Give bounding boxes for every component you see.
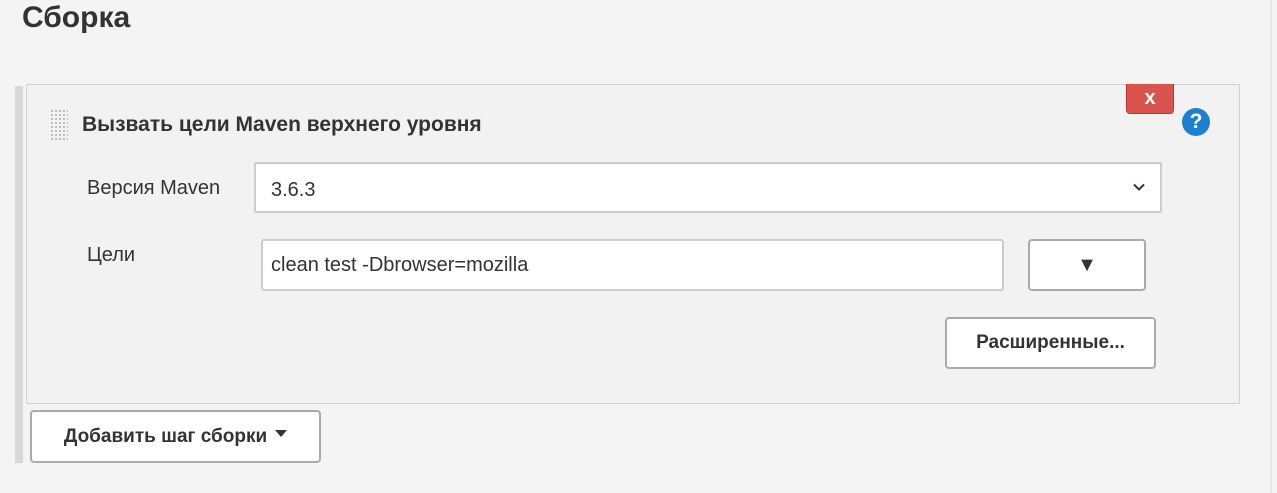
build-step-title: Вызвать цели Maven верхнего уровня	[82, 113, 482, 136]
maven-version-select[interactable]: 3.6.3	[254, 162, 1162, 213]
add-build-step-label: Добавить шаг сборки	[63, 426, 268, 447]
add-build-step-button[interactable]: Добавить шаг сборки	[30, 410, 321, 463]
section-rail	[15, 86, 23, 463]
build-step-panel: Вызвать цели Maven верхнего уровня x ? В…	[26, 84, 1240, 404]
right-divider	[1270, 0, 1272, 493]
delete-step-button[interactable]: x	[1126, 84, 1174, 114]
goals-input[interactable]: clean test -Dbrowser=mozilla	[261, 239, 1004, 291]
page: Сборка Вызвать цели Maven верхнего уровн…	[0, 0, 1277, 493]
maven-version-label: Версия Maven	[87, 177, 221, 199]
drag-handle-icon[interactable]	[50, 109, 68, 141]
caret-down-icon	[275, 430, 288, 438]
goals-label: Цели	[87, 244, 136, 266]
chevron-down-icon	[1133, 183, 1145, 191]
maven-version-value: 3.6.3	[271, 179, 316, 201]
section-title: Сборка	[22, 1, 131, 34]
advanced-button[interactable]: Расширенные...	[945, 317, 1156, 369]
expand-goals-button[interactable]: ▼	[1028, 239, 1146, 291]
help-icon[interactable]: ?	[1182, 108, 1210, 136]
